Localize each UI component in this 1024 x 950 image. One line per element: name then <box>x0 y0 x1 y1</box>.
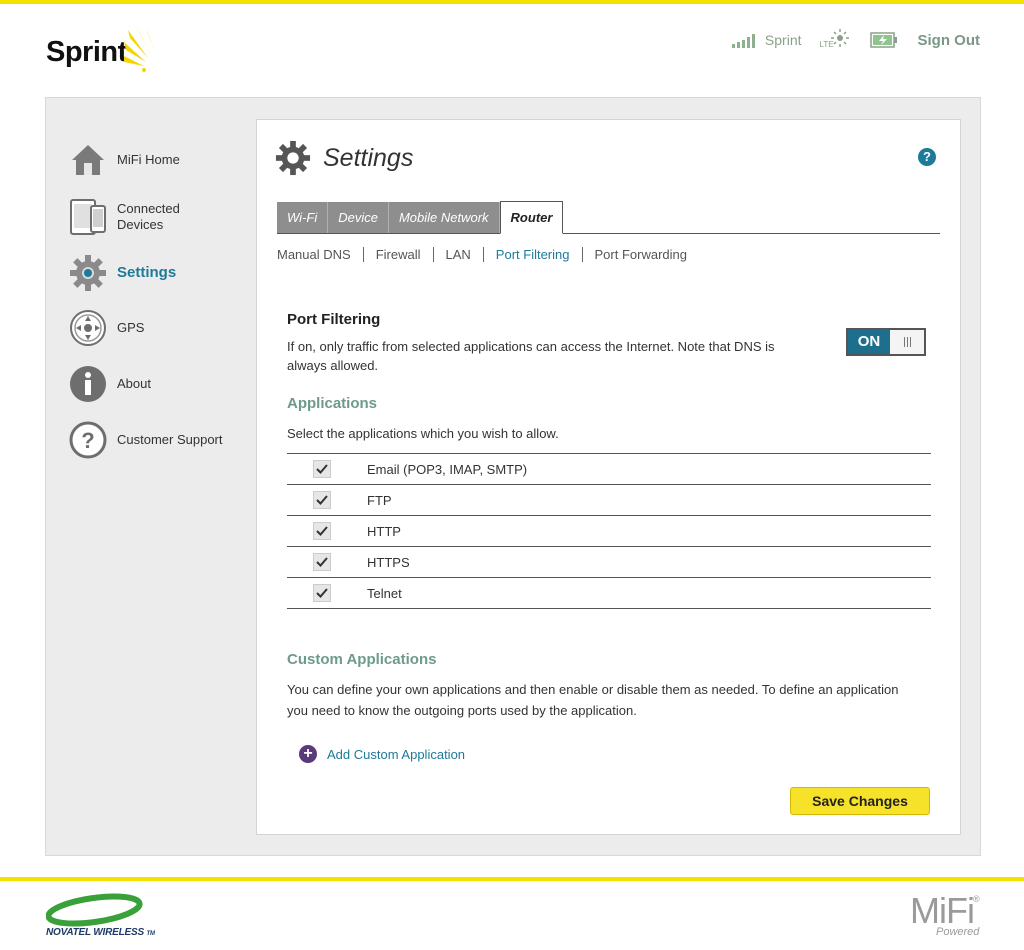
toggle-on-label: ON <box>848 330 890 354</box>
powered-label: Powered <box>936 926 980 938</box>
sidebar-item-gps[interactable]: GPS <box>68 308 144 348</box>
applications-instructions: Select the applications which you wish t… <box>287 426 559 441</box>
settings-panel: Settings ? Wi-Fi Device Mobile Network R… <box>256 119 961 835</box>
main-frame: MiFi Home Connected Devices Settings GPS… <box>45 97 981 856</box>
sidebar-item-label: MiFi Home <box>117 152 180 167</box>
battery-charging-icon <box>869 32 897 48</box>
app-label: HTTPS <box>367 554 410 570</box>
sidebar-item-label: About <box>117 376 151 391</box>
port-filtering-description: If on, only traffic from selected applic… <box>287 339 775 373</box>
subnav-manual-dns[interactable]: Manual DNS <box>277 247 364 262</box>
toggle-knob <box>890 330 924 354</box>
tab-router[interactable]: Router <box>499 201 564 234</box>
status-bar: Sprint LTE Sign Out <box>731 28 981 52</box>
gear-icon <box>275 140 311 176</box>
partner-name: NOVATEL WIRELESS TM <box>46 927 155 938</box>
checkmark-icon <box>316 557 328 567</box>
sidebar-item-label: Connected Devices <box>117 201 180 232</box>
info-icon <box>68 364 108 404</box>
carrier-name: Sprint <box>764 32 802 48</box>
https-checkbox[interactable] <box>313 553 331 571</box>
sidebar-item-label: Settings <box>117 264 177 281</box>
novatel-swoosh-icon <box>46 893 143 927</box>
tab-device[interactable]: Device <box>328 202 389 233</box>
sprint-burst-icon <box>124 26 156 72</box>
home-icon <box>68 140 108 180</box>
router-subnav: Manual DNS Firewall LAN Port Filtering P… <box>277 247 699 262</box>
bottom-accent-bar <box>0 877 1024 881</box>
subnav-firewall[interactable]: Firewall <box>364 247 434 262</box>
lte-icon: LTE <box>820 28 852 52</box>
tab-mobile-network[interactable]: Mobile Network <box>388 202 500 233</box>
mifi-logo: MiFi ® Powered <box>910 890 985 940</box>
top-accent-bar <box>0 0 1024 4</box>
novatel-wireless-logo: NOVATEL WIRELESS TM <box>46 893 156 941</box>
svg-text:?: ? <box>81 428 94 453</box>
subnav-lan[interactable]: LAN <box>434 247 484 262</box>
applications-title: Applications <box>287 395 378 412</box>
checkmark-icon <box>316 495 328 505</box>
help-icon[interactable]: ? <box>918 148 936 166</box>
app-label: Email (POP3, IMAP, SMTP) <box>367 461 528 477</box>
tab-wifi[interactable]: Wi-Fi <box>277 202 329 233</box>
gear-icon <box>68 253 108 293</box>
save-changes-button[interactable]: Save Changes <box>790 787 930 815</box>
signal-strength-icon <box>731 32 755 48</box>
app-label: Telnet <box>367 585 402 601</box>
list-item: HTTPS <box>287 547 931 578</box>
sidebar-item-connected-devices[interactable]: Connected Devices <box>68 197 197 237</box>
checkmark-icon <box>316 526 328 536</box>
question-icon: ? <box>68 420 108 460</box>
subnav-port-forwarding[interactable]: Port Forwarding <box>583 247 699 262</box>
sidebar-item-about[interactable]: About <box>68 364 151 404</box>
sign-out-link[interactable]: Sign Out <box>918 32 981 49</box>
port-filtering-toggle[interactable]: ON <box>846 328 926 356</box>
sidebar-item-settings[interactable]: Settings <box>68 253 176 293</box>
port-filtering-title: Port Filtering <box>287 311 381 328</box>
sidebar-item-customer-support[interactable]: ? Customer Support <box>68 420 223 460</box>
logo-text: Sprint <box>46 36 127 68</box>
sidebar-item-mifi-home[interactable]: MiFi Home <box>68 140 180 180</box>
checkmark-icon <box>316 588 328 598</box>
network-type: LTE <box>819 40 834 49</box>
list-item: HTTP <box>287 516 931 547</box>
app-label: FTP <box>367 492 392 508</box>
checkmark-icon <box>316 464 328 474</box>
add-custom-application-button[interactable]: + Add Custom Application <box>299 745 465 763</box>
list-item: Telnet <box>287 578 931 609</box>
list-item: FTP <box>287 485 931 516</box>
list-item: Email (POP3, IMAP, SMTP) <box>287 454 931 485</box>
add-custom-application-label: Add Custom Application <box>327 746 466 762</box>
settings-tabs: Wi-Fi Device Mobile Network Router <box>277 201 940 234</box>
sprint-logo: Sprint <box>46 24 176 76</box>
http-checkbox[interactable] <box>313 522 331 540</box>
registered-mark: ® <box>973 894 980 904</box>
sidebar-item-label: GPS <box>117 320 145 335</box>
telnet-checkbox[interactable] <box>313 584 331 602</box>
email-checkbox[interactable] <box>313 460 331 478</box>
app-label: HTTP <box>367 523 401 539</box>
plus-icon: + <box>299 745 317 763</box>
ftp-checkbox[interactable] <box>313 491 331 509</box>
applications-list: Email (POP3, IMAP, SMTP) FTP HTTP HTTPS <box>287 453 931 609</box>
subnav-port-filtering[interactable]: Port Filtering <box>484 247 583 262</box>
sidebar-item-label: Customer Support <box>117 432 223 447</box>
custom-applications-description: You can define your own applications and… <box>287 682 899 718</box>
gps-icon <box>68 308 108 348</box>
page-header: Settings <box>275 140 413 176</box>
page-title: Settings <box>323 143 414 172</box>
custom-applications-title: Custom Applications <box>287 651 437 668</box>
devices-icon <box>68 197 108 237</box>
